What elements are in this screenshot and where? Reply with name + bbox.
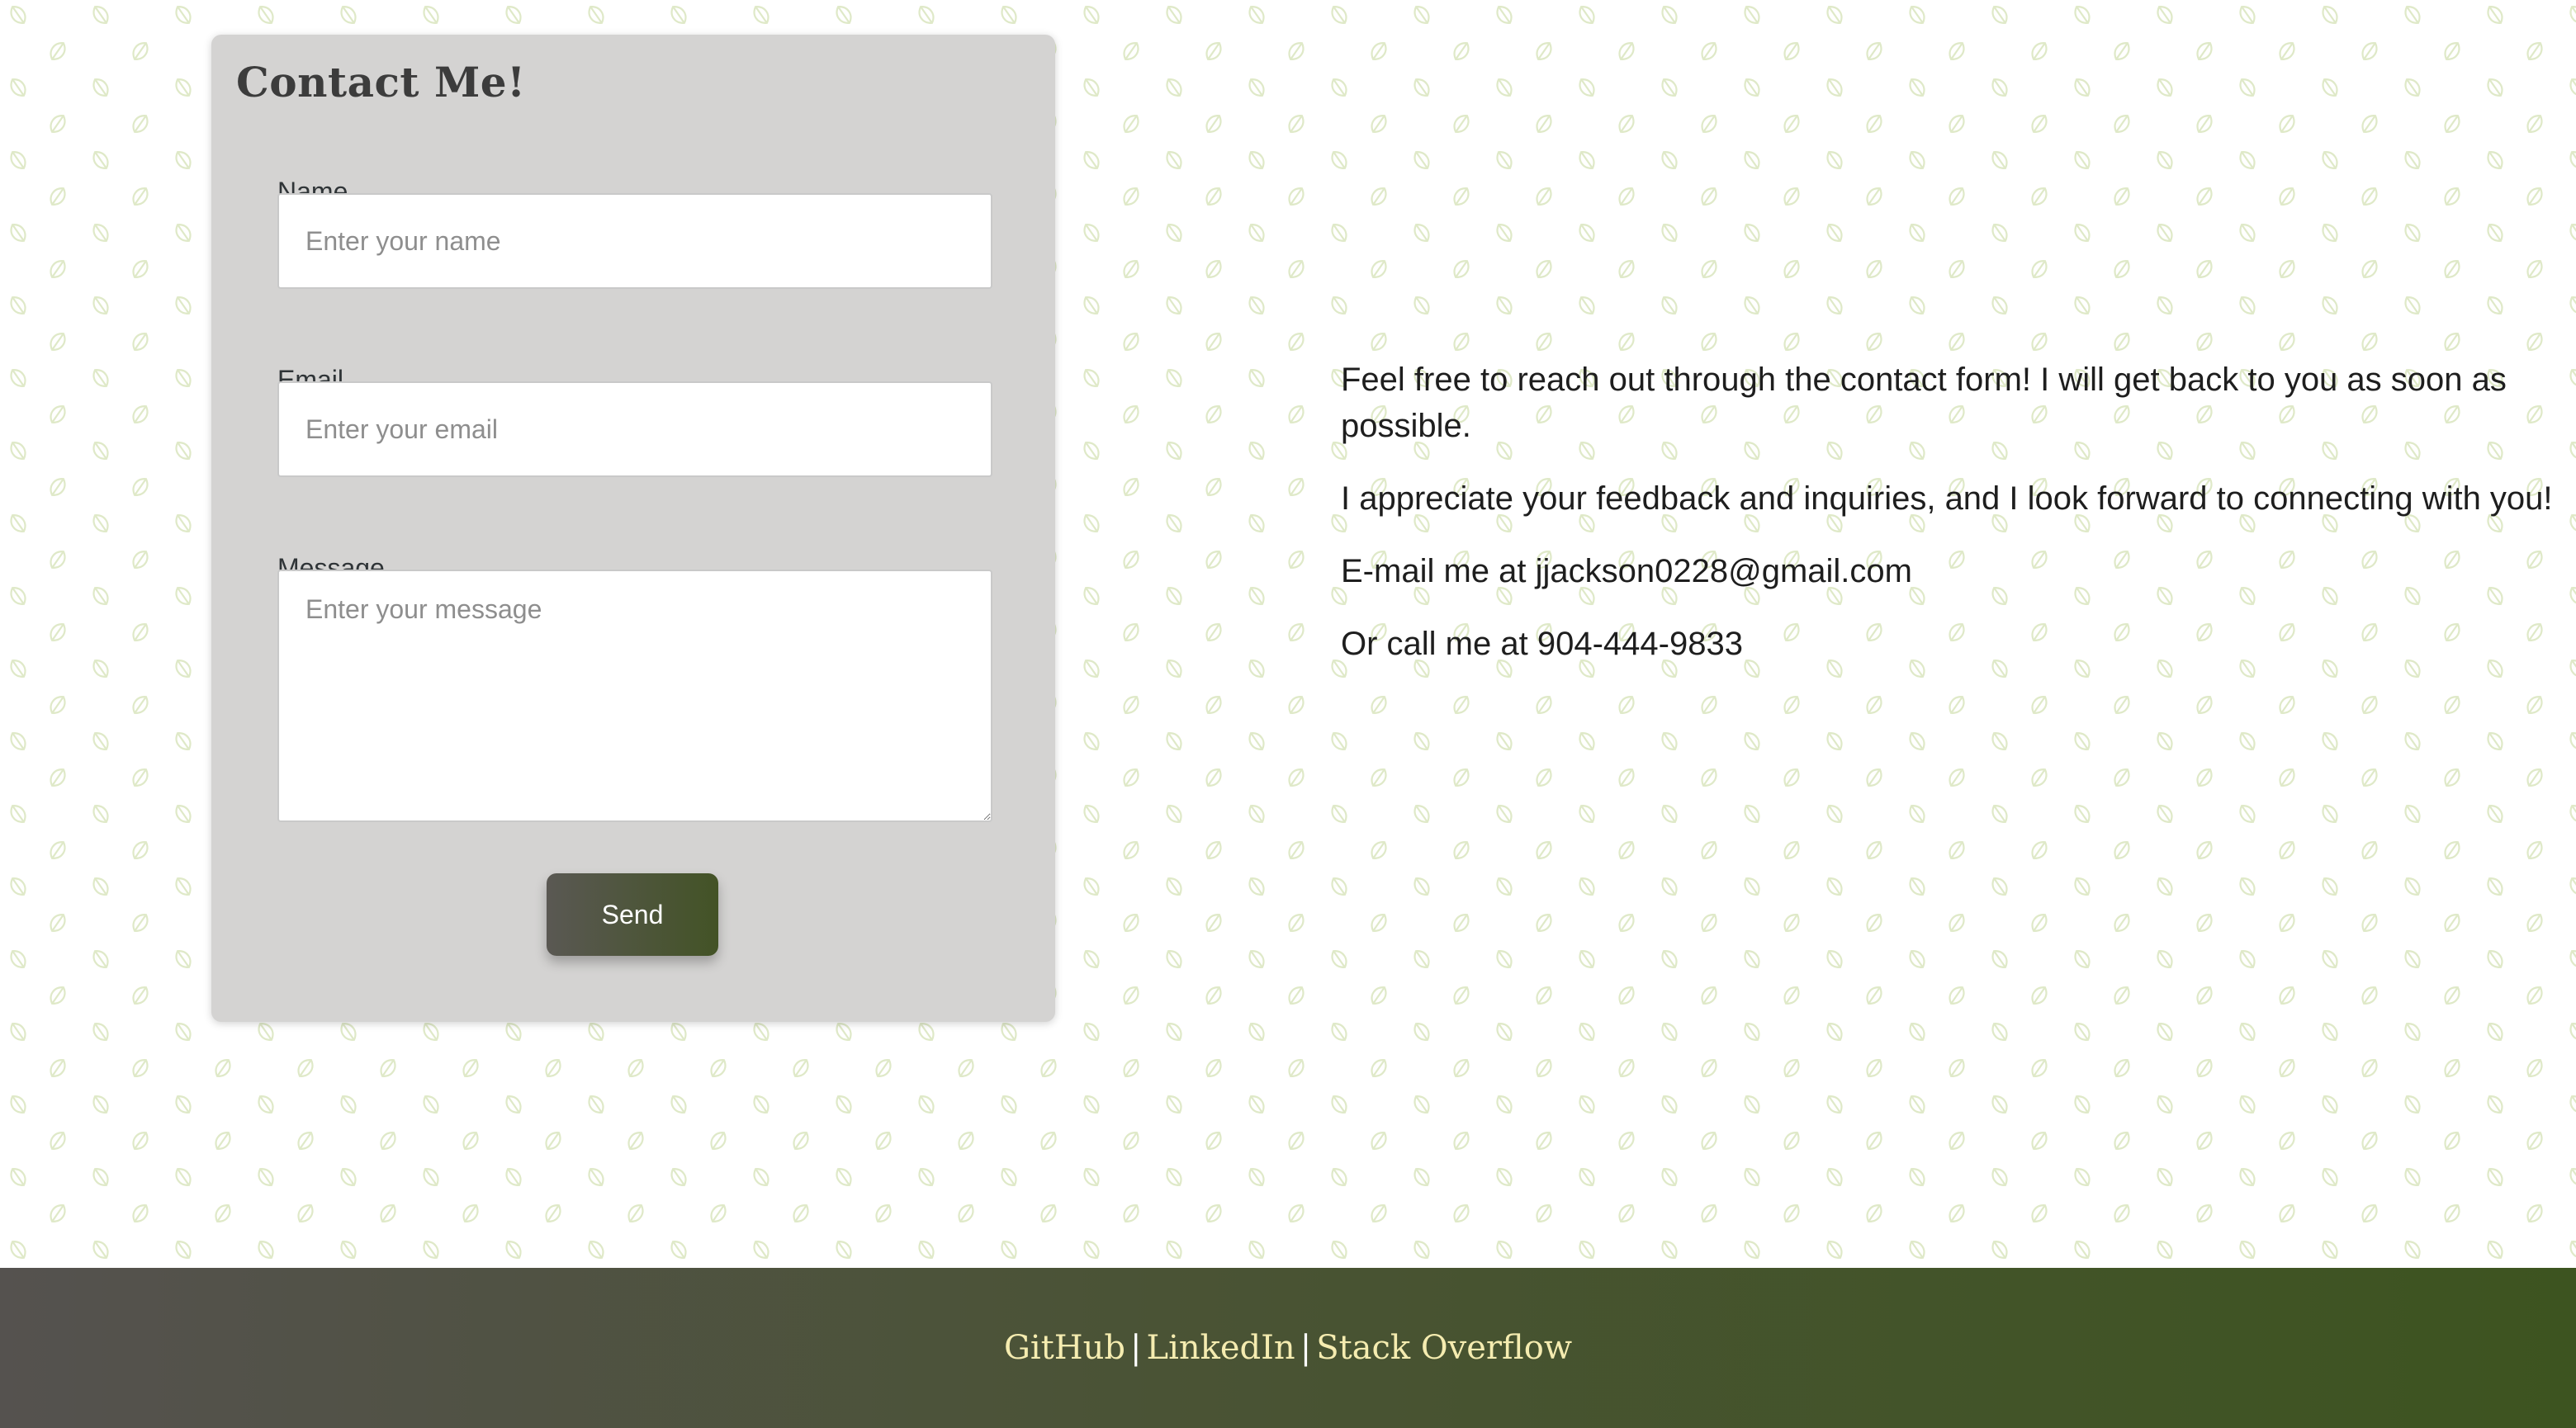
footer-link-linkedin[interactable]: LinkedIn <box>1147 1329 1295 1367</box>
name-input[interactable] <box>277 193 992 289</box>
send-button[interactable]: Send <box>547 873 718 956</box>
info-paragraph-appreciation: I appreciate your feedback and inquiries… <box>1341 480 2553 517</box>
info-email-line: E-mail me at jjackson0228@gmail.com <box>1341 553 1912 589</box>
info-phone-line: Or call me at 904-444-9833 <box>1341 626 1743 662</box>
footer-separator: | <box>1300 1329 1312 1367</box>
message-textarea[interactable] <box>277 570 992 822</box>
footer-link-stack-overflow[interactable]: Stack Overflow <box>1316 1329 1572 1367</box>
email-input[interactable] <box>277 381 992 477</box>
info-paragraph-intro: Feel free to reach out through the conta… <box>1341 362 2507 444</box>
contact-form-title: Contact Me! <box>236 58 526 106</box>
contact-info-panel: Feel free to reach out through the conta… <box>1341 357 2555 693</box>
footer-link-github[interactable]: GitHub <box>1004 1329 1125 1367</box>
footer: GitHub | LinkedIn | Stack Overflow <box>0 1268 2576 1428</box>
footer-separator: | <box>1130 1329 1142 1367</box>
contact-form-card: Contact Me! Name Email Message Send <box>211 35 1055 1022</box>
